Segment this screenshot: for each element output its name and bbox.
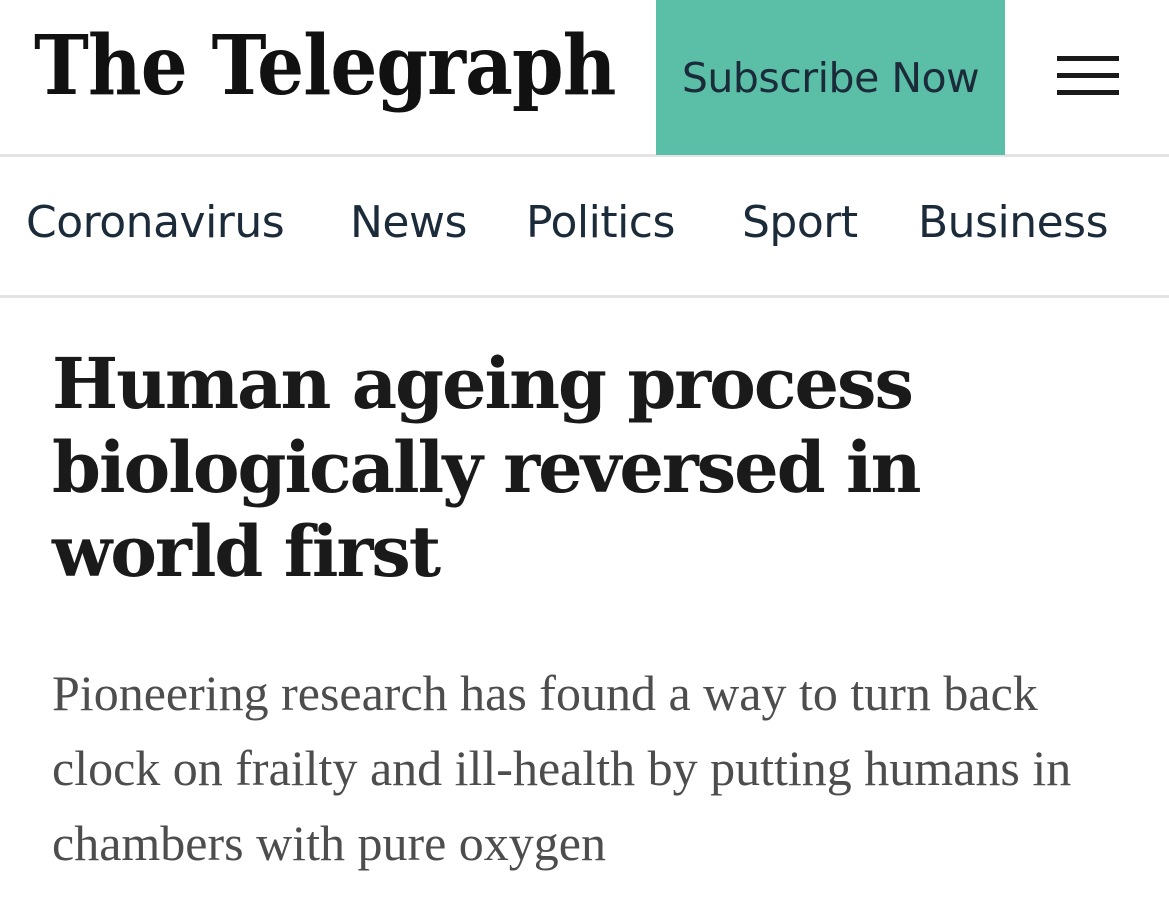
article-headline: Human ageing process biologically revers… (52, 342, 922, 593)
telegraph-logo[interactable]: The Telegraph (34, 18, 616, 114)
nav-item-coronavirus[interactable]: Coronavirus (26, 193, 285, 253)
nav-item-sport[interactable]: Sport (742, 193, 858, 253)
menu-bar-middle (1057, 73, 1119, 78)
menu-bar-top (1057, 56, 1119, 61)
site-header: The Telegraph Subscribe Now (0, 0, 1169, 157)
hamburger-menu-icon[interactable] (1052, 52, 1122, 104)
subscribe-button[interactable]: Subscribe Now (656, 0, 1005, 155)
section-nav: Coronavirus News Politics Sport Business (0, 157, 1169, 298)
nav-item-news[interactable]: News (350, 193, 467, 253)
menu-bar-bottom (1057, 90, 1119, 95)
article-standfirst: Pioneering research has found a way to t… (52, 665, 1072, 871)
nav-item-politics[interactable]: Politics (526, 193, 675, 253)
nav-item-business[interactable]: Business (918, 193, 1109, 253)
